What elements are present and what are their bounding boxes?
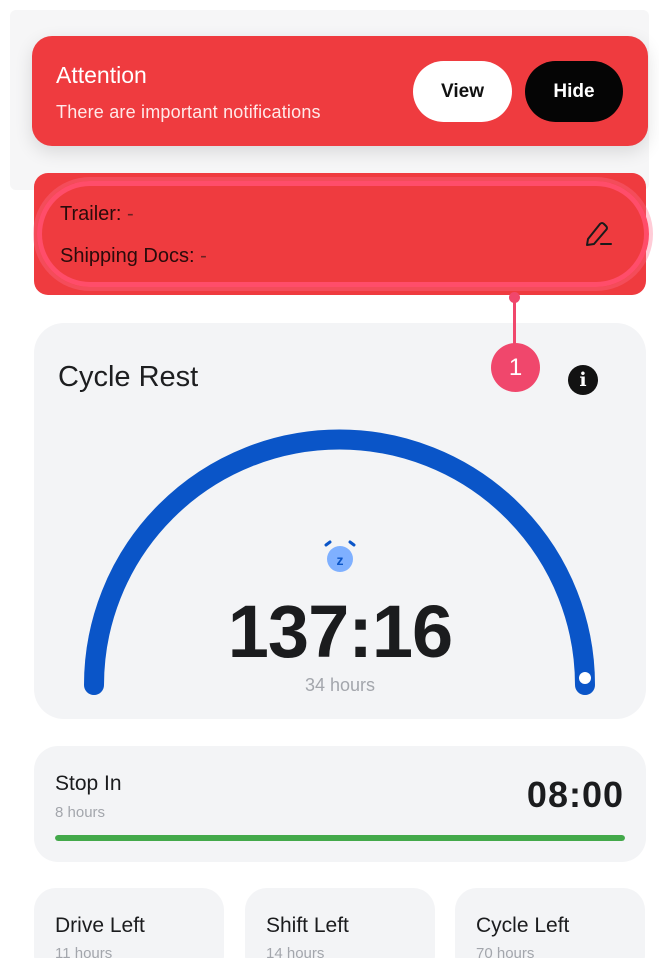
view-button[interactable]: View bbox=[413, 61, 512, 122]
edit-pencil-icon[interactable] bbox=[582, 217, 614, 249]
sleep-alarm-icon: z bbox=[324, 540, 356, 572]
annotation-marker: 1 bbox=[491, 343, 540, 392]
cycle-rest-hours: 34 hours bbox=[304, 675, 376, 695]
trailer-info-card[interactable]: Trailer: - Shipping Docs: - bbox=[34, 173, 646, 295]
alert-message: There are important notifications bbox=[56, 102, 321, 122]
cycle-rest-card: z Cycle Rest i 137:16 34 hours bbox=[34, 323, 646, 719]
trailer-label: Trailer: bbox=[60, 203, 122, 225]
stop-in-progress-fill bbox=[55, 835, 625, 841]
hide-button[interactable]: Hide bbox=[525, 61, 623, 122]
shift-left-hours: 14 hours bbox=[266, 945, 325, 958]
drive-left-card: Drive Left 11 hours bbox=[34, 888, 224, 958]
stop-in-hours: 8 hours bbox=[55, 804, 106, 821]
stop-in-card: Stop In 8 hours 08:00 bbox=[34, 746, 646, 862]
trailer-value: - bbox=[127, 203, 134, 225]
shift-left-card: Shift Left 14 hours bbox=[245, 888, 435, 958]
stop-in-title: Stop In bbox=[55, 772, 122, 795]
drive-left-hours: 11 hours bbox=[55, 945, 113, 958]
info-icon[interactable]: i bbox=[568, 365, 598, 395]
trailer-row: Trailer: - bbox=[60, 203, 134, 226]
cycle-rest-time: 137:16 bbox=[227, 590, 453, 673]
drive-left-title: Drive Left bbox=[55, 914, 145, 937]
annotation-anchor-dot bbox=[509, 292, 520, 303]
stop-in-progress-bar bbox=[55, 835, 625, 841]
alert-title: Attention bbox=[56, 62, 147, 88]
shift-left-title: Shift Left bbox=[266, 914, 349, 937]
annotation-connector bbox=[513, 296, 516, 348]
cycle-left-hours: 70 hours bbox=[476, 945, 535, 958]
attention-banner: Attention There are important notificati… bbox=[32, 36, 648, 146]
cycle-left-card: Cycle Left 70 hours bbox=[455, 888, 645, 958]
cycle-left-title: Cycle Left bbox=[476, 914, 570, 937]
svg-text:z: z bbox=[337, 552, 344, 568]
shipping-docs-value: - bbox=[200, 245, 207, 267]
cycle-rest-title: Cycle Rest bbox=[58, 361, 199, 393]
shipping-docs-row: Shipping Docs: - bbox=[60, 245, 207, 268]
stop-in-time: 08:00 bbox=[526, 774, 624, 815]
shipping-docs-label: Shipping Docs: bbox=[60, 245, 195, 267]
